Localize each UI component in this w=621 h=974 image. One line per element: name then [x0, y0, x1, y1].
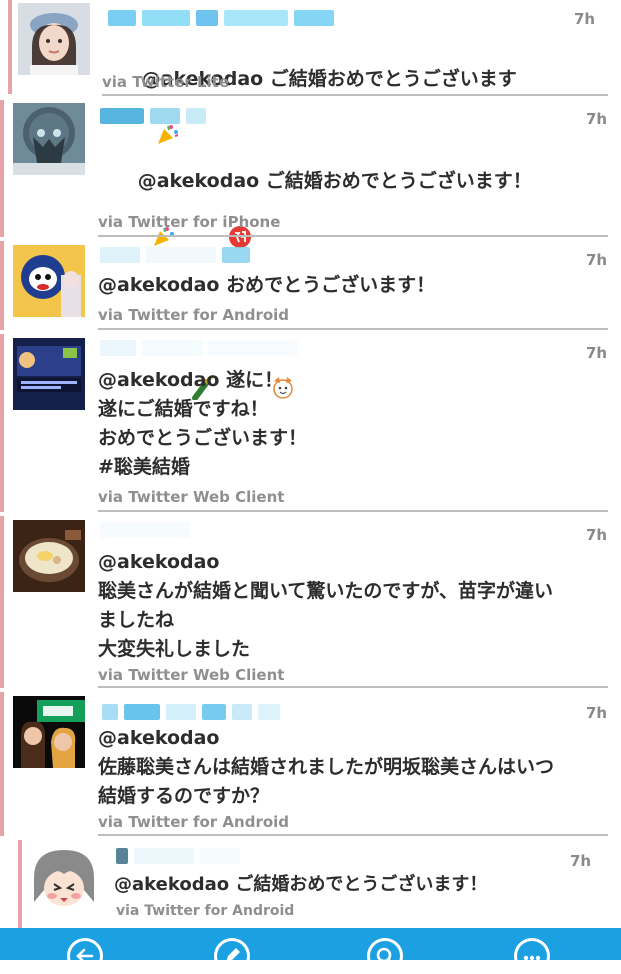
tweet-source: via Twitter for iPhone — [98, 213, 281, 231]
accent-bar — [0, 516, 4, 688]
divider — [98, 510, 608, 512]
divider — [102, 94, 608, 96]
accent-bar — [0, 100, 4, 237]
tweet-source: via Twitter Web Client — [98, 488, 285, 506]
tweet-item[interactable]: 7h @akekodao 佐藤聡美さんは結婚されましたが明坂聡美さんはいつ 結婚… — [0, 692, 621, 836]
tweet-time: 7h — [574, 10, 596, 28]
accent-bar — [8, 0, 12, 94]
tweet-time: 7h — [586, 251, 608, 269]
tweet-text: @akekodao 聡美さんが結婚と聞いて驚いたのですが、苗字が違い ましたね … — [98, 551, 554, 660]
tweet-item[interactable]: 7h @akekodao 遂に！ 遂にご結婚ですね！ おめでとうございます！ #… — [0, 334, 621, 512]
avatar[interactable] — [13, 103, 85, 175]
author-name-redacted — [102, 704, 286, 720]
tweet-time: 7h — [570, 852, 592, 870]
avatar[interactable] — [13, 520, 85, 592]
tweet-source: via Twitter for Android — [116, 903, 295, 919]
accent-bar — [0, 334, 4, 512]
timeline: 7h @akekodao ご結婚おめでとうございます via Twitter L… — [0, 0, 621, 928]
tweet-item[interactable]: 7h @akekodao おめでとうございます！ via Twitter for… — [0, 241, 621, 330]
more-icon[interactable] — [514, 938, 550, 974]
tweet-text: @akekodao 遂に！ 遂にご結婚ですね！ おめでとうございます！ #聡美結… — [98, 369, 308, 478]
tweet-item[interactable]: 7h @akekodao ご結婚おめでとうございます via Twitter L… — [0, 0, 621, 144]
tweet-source: via Twitter for Android — [98, 306, 290, 324]
tweet-item[interactable]: 7h @akekodao ご結婚おめでとうございます！ via Twitter … — [0, 840, 621, 928]
tweet-time: 7h — [586, 344, 608, 362]
avatar[interactable] — [13, 245, 85, 317]
divider — [98, 328, 608, 330]
accent-bar — [0, 241, 4, 330]
tweet-source: via Twitter Web Client — [98, 666, 285, 684]
search-icon[interactable] — [367, 938, 403, 974]
author-name-redacted — [108, 10, 340, 26]
tweet-text: @akekodao ご結婚おめでとうございます！ — [114, 874, 488, 895]
author-name-redacted — [116, 848, 246, 864]
tweet-time: 7h — [586, 110, 608, 128]
tweet-time: 7h — [586, 704, 608, 722]
tweet-source: via Twitter for Android — [98, 813, 290, 831]
accent-bar — [0, 692, 4, 836]
avatar[interactable] — [18, 3, 90, 75]
tweet-source: via Twitter Lite — [102, 73, 230, 91]
avatar[interactable] — [28, 844, 100, 916]
tweet-item[interactable]: 7h @akekodao 聡美さんが結婚と聞いて驚いたのですが、苗字が違い まし… — [0, 516, 621, 688]
divider — [98, 686, 608, 688]
author-name-redacted — [100, 247, 256, 263]
accent-bar — [18, 840, 22, 928]
author-name-redacted — [100, 340, 304, 356]
author-name-redacted — [100, 522, 196, 538]
tweet-text: @akekodao おめでとうございます！ — [98, 274, 436, 296]
divider — [98, 235, 608, 237]
app-bar — [0, 928, 621, 974]
tweet-text: @akekodao 佐藤聡美さんは結婚されましたが明坂聡美さんはいつ 結婚するの… — [98, 727, 555, 807]
compose-icon[interactable] — [214, 938, 250, 974]
back-icon[interactable] — [67, 938, 103, 974]
avatar[interactable] — [13, 338, 85, 410]
author-name-redacted — [100, 108, 212, 124]
divider — [98, 834, 608, 836]
tweet-item[interactable]: 7h @akekodao ご結婚おめでとうございます！ via Twitter … — [0, 100, 621, 401]
tweet-time: 7h — [586, 526, 608, 544]
avatar[interactable] — [13, 696, 85, 768]
